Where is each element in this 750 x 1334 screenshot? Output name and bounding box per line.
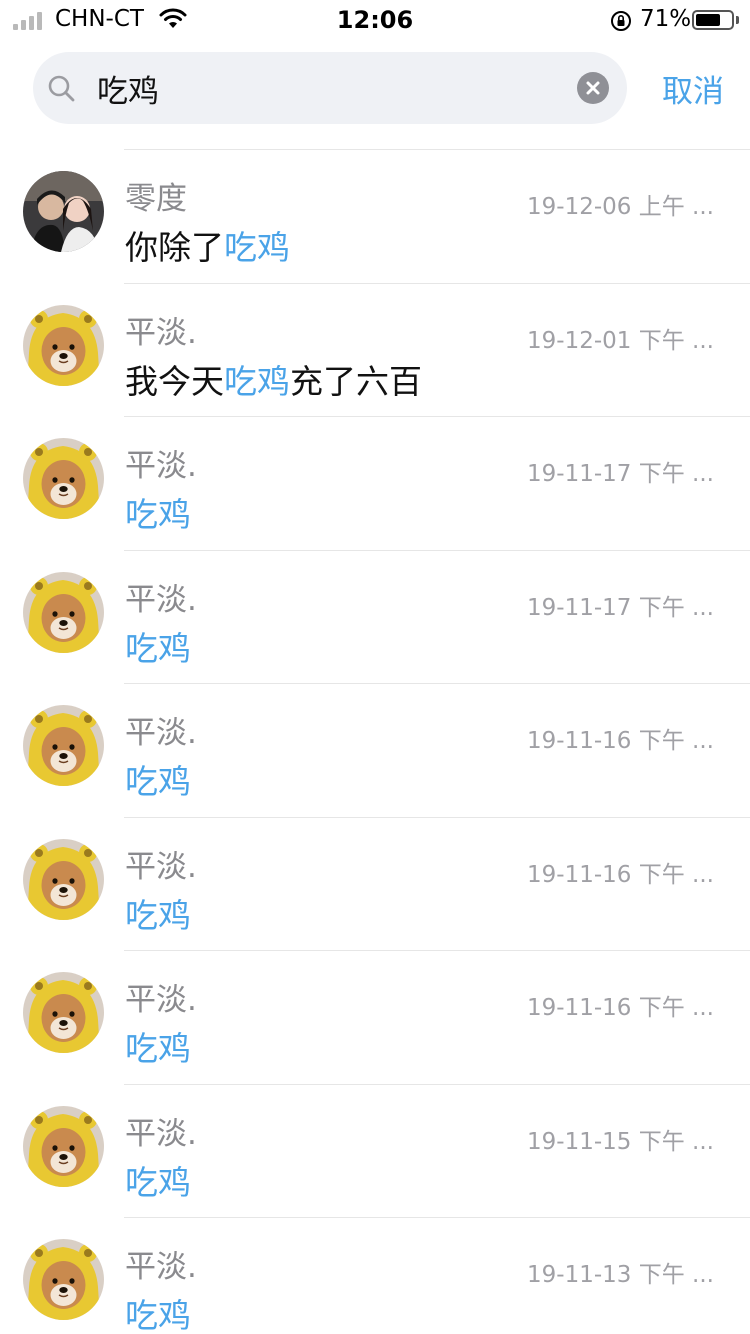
avatar[interactable] [23,1239,104,1320]
sender-name: 平淡. [125,1115,197,1152]
avatar[interactable] [23,972,104,1053]
message-snippet: 吃鸡 [125,889,191,937]
list-item[interactable]: 平淡. 19-11-16 下午 ... 吃鸡 [0,950,750,1084]
list-item[interactable]: 平淡. 19-11-16 下午 ... 吃鸡 [0,816,750,951]
message-time: 19-11-13 下午 ... [527,1262,714,1288]
message-snippet: 吃鸡 [125,1156,191,1204]
sender-name: 平淡. [125,448,197,484]
message-snippet: 你除了吃鸡 [125,221,290,269]
status-time: 12:06 [336,6,414,34]
search-icon [48,75,75,102]
list-item[interactable]: 平淡. 19-11-15 下午 ... 吃鸡 [0,1083,750,1218]
message-snippet: 我今天吃鸡充了六百 [125,355,422,403]
message-text-after: 充了六百 [290,361,422,401]
search-results-list: 零度 19-12-06 上午 ... 你除了吃鸡 平淡. 19-12-01 下午 ...… [0,149,750,1334]
avatar[interactable] [23,171,104,252]
row-divider [124,549,750,551]
list-item[interactable]: 平淡. 19-11-17 下午 ... 吃鸡 [0,416,750,550]
sender-name: 平淡. [125,314,197,351]
rotation-lock-icon [611,11,631,31]
close-icon [586,81,600,95]
sender-name: 平淡. [125,581,197,618]
battery-level [696,14,720,26]
highlighted-match: 吃鸡 [125,762,191,801]
row-divider [124,282,750,284]
list-item[interactable]: 平淡. 19-11-17 下午 ... 吃鸡 [0,549,750,684]
list-item[interactable]: 平淡. 19-12-01 下午 ... 我今天吃鸡充了六百 [0,282,750,417]
message-snippet: 吃鸡 [125,755,191,803]
message-time: 19-11-15 下午 ... [527,1128,714,1155]
row-divider [124,816,750,818]
message-time: 19-11-17 下午 ... [527,461,714,487]
list-item[interactable]: 零度 19-12-06 上午 ... 你除了吃鸡 [0,149,750,283]
avatar[interactable] [23,705,104,786]
row-divider [124,950,750,951]
highlighted-match: 吃鸡 [125,1296,191,1334]
battery-percent: 71% [640,6,692,32]
battery-icon [692,10,734,30]
row-divider [124,149,750,150]
highlighted-match: 吃鸡 [125,495,191,534]
avatar[interactable] [23,438,104,519]
message-time: 19-11-16 下午 ... [527,728,714,754]
avatar[interactable] [23,304,104,386]
search-results-screen: CHN-CT 12:06 71% 取消 [0,0,750,1334]
sender-name: 平淡. [125,982,197,1018]
row-divider [124,683,750,684]
search-input[interactable] [97,66,557,110]
sender-name: 平淡. [125,848,197,885]
avatar[interactable] [23,838,104,920]
avatar[interactable] [23,1105,104,1187]
clear-search-button[interactable] [577,72,609,104]
message-snippet: 吃鸡 [125,1022,191,1070]
highlighted-match: 吃鸡 [125,895,191,935]
message-time: 19-11-17 下午 ... [527,594,714,621]
message-time: 19-12-06 上午 ... [527,194,714,220]
sender-name: 平淡. [125,715,197,751]
highlighted-match: 吃鸡 [125,628,191,668]
message-time: 19-12-01 下午 ... [527,327,714,354]
status-bar: CHN-CT 12:06 71% [0,0,750,40]
battery-tip [736,16,739,24]
row-divider [124,1217,750,1218]
avatar[interactable] [23,571,104,653]
message-snippet: 吃鸡 [125,1289,191,1334]
highlighted-match: 吃鸡 [125,1162,191,1202]
message-time: 19-11-16 下午 ... [527,995,714,1021]
sender-name: 平淡. [125,1249,197,1285]
row-divider [124,416,750,417]
highlighted-match: 吃鸡 [224,228,290,267]
message-snippet: 吃鸡 [125,488,191,536]
cancel-button[interactable]: 取消 [648,66,738,110]
message-text-before: 你除了 [125,228,224,267]
highlighted-match: 吃鸡 [224,361,290,401]
message-text-before: 我今天 [125,361,224,401]
message-time: 19-11-16 下午 ... [527,861,714,888]
message-snippet: 吃鸡 [125,622,191,670]
search-box [33,52,627,124]
row-divider [124,1083,750,1085]
sender-name: 零度 [125,181,187,217]
list-item[interactable]: 平淡. 19-11-16 下午 ... 吃鸡 [0,683,750,817]
highlighted-match: 吃鸡 [125,1029,191,1068]
list-item[interactable]: 平淡. 19-11-13 下午 ... 吃鸡 [0,1217,750,1334]
